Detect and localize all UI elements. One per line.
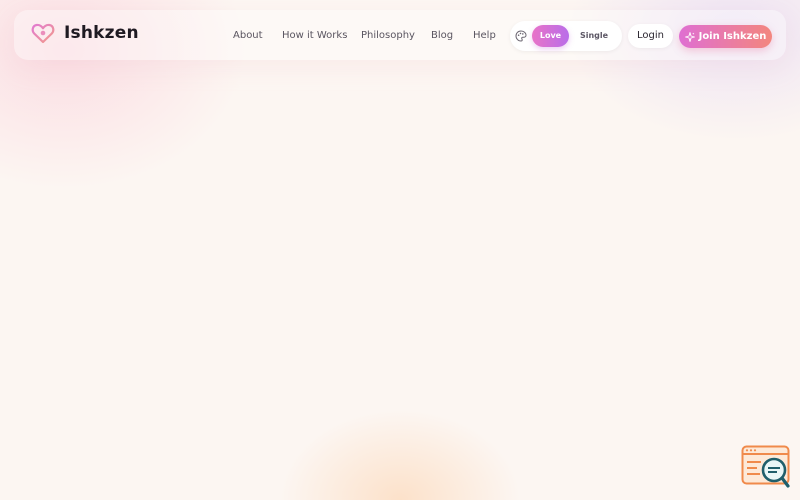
brand-name: Ishkzen: [64, 23, 139, 43]
heart-outline-icon: [31, 23, 55, 44]
brand-logo[interactable]: Ishkzen: [31, 22, 139, 44]
login-button[interactable]: Login: [628, 24, 673, 48]
palette-icon: [515, 30, 527, 42]
mode-single-button[interactable]: Single: [574, 25, 614, 47]
nav-item-how-it-works[interactable]: How it Works: [282, 30, 347, 41]
sparkle-icon: [684, 31, 695, 42]
top-navbar: Ishkzen About How it Works Philosophy Bl…: [14, 10, 786, 60]
nav-item-blog[interactable]: Blog: [431, 30, 453, 41]
nav-item-help[interactable]: Help: [473, 30, 496, 41]
join-button-label: Join Ishkzen: [698, 31, 767, 42]
mode-love-button[interactable]: Love: [532, 25, 569, 47]
page-background: [0, 0, 800, 500]
nav-item-philosophy[interactable]: Philosophy: [361, 30, 415, 41]
nav-item-about[interactable]: About: [233, 30, 263, 41]
join-button[interactable]: Join Ishkzen: [679, 25, 772, 48]
chat-search-icon[interactable]: [741, 445, 791, 489]
mode-toggle: Love Single: [510, 21, 622, 51]
